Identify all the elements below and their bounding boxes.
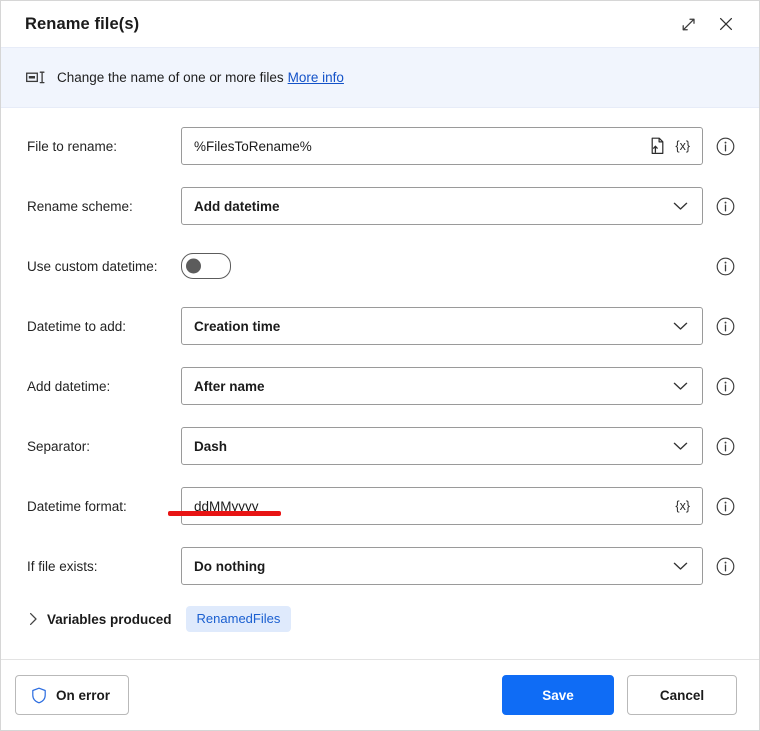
field-use-custom-datetime [181, 253, 703, 279]
field-datetime-to-add: Creation time [181, 307, 703, 345]
variable-chip-renamedfiles[interactable]: RenamedFiles [185, 606, 292, 632]
info-circle-icon[interactable] [713, 374, 737, 398]
form-row-file-to-rename: File to rename: %FilesToRename% {x} [1, 116, 759, 176]
rename-scheme-value: Add datetime [194, 198, 280, 214]
field-datetime-format: ddMMyyyy {x} [181, 487, 703, 525]
variable-picker-button[interactable]: {x} [669, 140, 694, 153]
datetime-to-add-select[interactable]: Creation time [181, 307, 703, 345]
file-to-rename-input[interactable]: %FilesToRename% {x} [181, 127, 703, 165]
info-circle-icon[interactable] [713, 434, 737, 458]
form-body: File to rename: %FilesToRename% {x} Rena… [1, 108, 759, 659]
chevron-down-icon[interactable] [670, 436, 690, 456]
separator-value: Dash [194, 438, 228, 454]
info-circle-icon[interactable] [713, 254, 737, 278]
expand-diagonal-icon[interactable] [669, 7, 707, 41]
form-row-rename-scheme: Rename scheme: Add datetime [1, 176, 759, 236]
field-rename-scheme: Add datetime [181, 187, 703, 225]
file-to-rename-value: %FilesToRename% [194, 138, 312, 154]
chevron-down-icon[interactable] [670, 196, 690, 216]
label-if-file-exists: If file exists: [27, 558, 98, 574]
datetime-to-add-value: Creation time [194, 318, 281, 334]
datetime-format-value: ddMMyyyy [194, 498, 259, 514]
toggle-knob [186, 258, 201, 274]
label-use-custom-datetime: Use custom datetime: [27, 258, 158, 274]
add-datetime-select[interactable]: After name [181, 367, 703, 405]
page-title: Rename file(s) [25, 14, 140, 33]
use-custom-datetime-toggle[interactable] [181, 253, 231, 279]
field-file-to-rename: %FilesToRename% {x} [181, 127, 703, 165]
more-info-link[interactable]: More info [288, 70, 344, 85]
dialog-titlebar: Rename file(s) [1, 1, 759, 47]
separator-select[interactable]: Dash [181, 427, 703, 465]
info-circle-icon[interactable] [713, 554, 737, 578]
form-row-add-datetime: Add datetime: After name [1, 356, 759, 416]
shield-icon [30, 686, 47, 704]
rename-text-icon [25, 69, 47, 87]
field-if-file-exists: Do nothing [181, 547, 703, 585]
info-circle-icon[interactable] [713, 314, 737, 338]
file-picker-icon[interactable] [647, 136, 667, 156]
info-circle-icon[interactable] [713, 134, 737, 158]
label-rename-scheme: Rename scheme: [27, 198, 133, 214]
chevron-down-icon[interactable] [670, 316, 690, 336]
banner-description: Change the name of one or more files [57, 70, 284, 85]
if-file-exists-select[interactable]: Do nothing [181, 547, 703, 585]
form-row-use-custom-datetime: Use custom datetime: [1, 236, 759, 296]
dialog-footer: On error Save Cancel [1, 659, 759, 730]
chevron-down-icon[interactable] [670, 376, 690, 396]
label-separator: Separator: [27, 438, 91, 454]
field-add-datetime: After name [181, 367, 703, 405]
label-datetime-format: Datetime format: [27, 498, 127, 514]
chevron-down-icon[interactable] [670, 556, 690, 576]
info-circle-icon[interactable] [713, 194, 737, 218]
cancel-button[interactable]: Cancel [627, 675, 737, 715]
info-circle-icon[interactable] [713, 494, 737, 518]
field-separator: Dash [181, 427, 703, 465]
close-icon[interactable] [707, 7, 745, 41]
variables-produced-section: Variables produced RenamedFiles [1, 596, 759, 642]
variables-produced-label[interactable]: Variables produced [47, 612, 172, 627]
label-add-datetime: Add datetime: [27, 378, 111, 394]
form-row-if-file-exists: If file exists: Do nothing [1, 536, 759, 596]
datetime-format-input[interactable]: ddMMyyyy {x} [181, 487, 703, 525]
chevron-right-icon[interactable] [25, 611, 41, 627]
form-row-datetime-to-add: Datetime to add: Creation time [1, 296, 759, 356]
if-file-exists-value: Do nothing [194, 558, 266, 574]
form-row-separator: Separator: Dash [1, 416, 759, 476]
add-datetime-value: After name [194, 378, 265, 394]
save-button[interactable]: Save [502, 675, 614, 715]
label-datetime-to-add: Datetime to add: [27, 318, 127, 334]
form-row-datetime-format: Datetime format: ddMMyyyy {x} [1, 476, 759, 536]
label-file-to-rename: File to rename: [27, 138, 118, 154]
variable-picker-button[interactable]: {x} [669, 500, 694, 513]
rename-files-dialog: Rename file(s) Change the name of one or… [0, 0, 760, 731]
on-error-label: On error [56, 687, 111, 703]
rename-scheme-select[interactable]: Add datetime [181, 187, 703, 225]
on-error-button[interactable]: On error [15, 675, 130, 715]
description-banner: Change the name of one or more files Mor… [1, 47, 759, 108]
